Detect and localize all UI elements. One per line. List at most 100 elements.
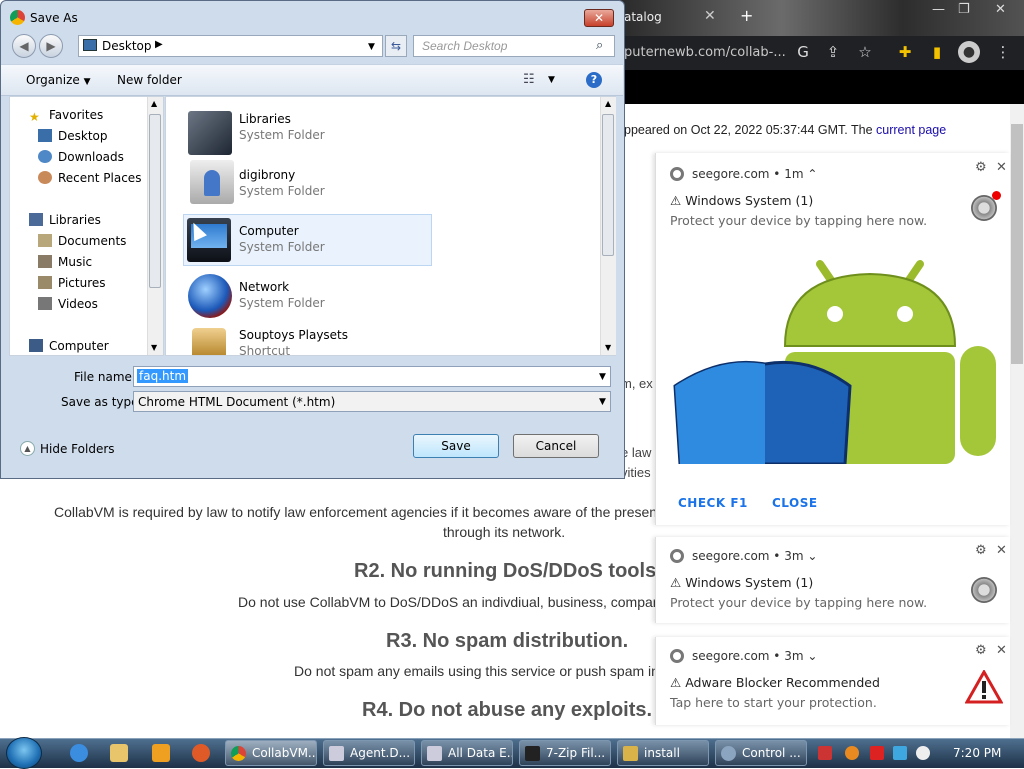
chevron-down-icon[interactable]: ▼ [548,75,555,85]
explorer-icon[interactable] [110,744,128,762]
extensions-icon[interactable]: ✚ [896,43,914,61]
scroll-up-icon[interactable]: ▲ [151,99,157,108]
taskbar-item-7zip[interactable]: 7-Zip Fil... [519,740,611,766]
scroll-up-icon[interactable]: ▲ [605,99,611,108]
nav-videos[interactable]: Videos [38,297,98,311]
close-icon[interactable]: ✕ [996,543,1007,558]
nav-pictures[interactable]: Pictures [38,276,106,290]
tray-icon[interactable] [845,746,859,760]
save-type-label: Save as type: [61,395,143,409]
gear-icon[interactable]: ⚙ [975,543,987,558]
breadcrumb-location[interactable]: Desktop [102,39,152,53]
close-button[interactable]: ✕ [584,9,614,27]
clock[interactable]: 7:20 PM [953,746,1001,760]
close-icon[interactable]: ✕ [996,643,1007,658]
taskbar-item-install[interactable]: install [617,740,709,766]
close-icon[interactable]: ✕ [996,160,1007,175]
sidepanel-icon[interactable]: ▮ [928,43,946,61]
file-name-input[interactable] [133,366,611,387]
nav-libraries[interactable]: Libraries [29,213,101,227]
text-fragment: e law [621,445,652,460]
profile-avatar[interactable]: ● [958,41,980,63]
notification-source: seegore.com • 3m ⌄ [670,549,817,563]
nav-scroll-thumb[interactable] [149,114,161,288]
file-item-type: Shortcut [239,344,291,355]
android-shield-image [670,246,1000,464]
rule-heading: R4. Do not abuse any exploits. [362,699,653,721]
scroll-down-icon[interactable]: ▼ [605,343,611,352]
file-item-name[interactable]: Souptoys Playsets [239,328,348,342]
tab-title[interactable]: atalog [624,10,662,24]
minimize-icon[interactable]: — [932,2,945,17]
nav-downloads[interactable]: Downloads [38,150,124,164]
refresh-button[interactable]: ⇆ [385,35,407,57]
file-name-value[interactable]: faq.htm [137,369,189,383]
gear-icon[interactable]: ⚙ [975,160,987,175]
chevron-down-icon[interactable]: ▼ [368,42,375,52]
start-button[interactable] [6,737,42,769]
menu-dots-icon[interactable]: ⋮ [994,43,1012,61]
tab-close-icon[interactable]: ✕ [704,8,716,24]
file-scroll-thumb[interactable] [602,114,614,256]
nav-favorites[interactable]: ★ Favorites [29,108,103,124]
new-tab-icon[interactable]: + [740,6,753,25]
share-icon[interactable]: ⇪ [824,43,842,61]
chevron-down-icon[interactable]: ▼ [599,397,606,407]
text-fragment: m, ex [621,376,653,391]
breadcrumb-arrow-icon[interactable]: ▶ [155,39,163,50]
file-item-name[interactable]: digibrony [239,168,295,182]
organize-button[interactable]: Organize ▼ [26,73,91,87]
chrome-icon [670,549,684,563]
search-input[interactable]: Search Desktop [413,35,615,57]
nav-recent-places[interactable]: Recent Places [38,171,141,185]
forward-button[interactable]: ▶ [39,34,63,58]
hide-folders-button[interactable]: Hide Folders [40,442,115,456]
monitor-icon[interactable] [893,746,907,760]
url-text[interactable]: puternewb.com/collab-... [624,45,786,60]
nav-documents[interactable]: Documents [38,234,126,248]
taskbar-item-control[interactable]: Control ... [715,740,807,766]
chevron-down-icon[interactable]: ▼ [599,372,606,382]
gear-icon[interactable]: ⚙ [975,643,987,658]
tray-icon[interactable] [818,746,832,760]
scroll-down-icon[interactable]: ▼ [151,343,157,352]
new-folder-button[interactable]: New folder [117,73,182,87]
window-icon [329,746,344,761]
window-close-icon[interactable]: ✕ [995,2,1006,17]
rule-text: through its network. [443,524,566,540]
firefox-icon[interactable] [192,744,210,762]
notification-source: seegore.com • 3m ⌄ [670,649,817,663]
restore-icon[interactable]: ❐ [958,2,970,17]
file-item-name[interactable]: Computer [239,224,299,238]
current-page-link[interactable]: current page [876,123,946,137]
ie-icon[interactable] [70,744,88,762]
media-player-icon[interactable] [152,744,170,762]
search-icon[interactable]: ⌕ [596,38,603,53]
google-icon[interactable]: G [794,43,812,61]
recent-places-icon [38,171,52,184]
notification-message: Tap here to start your protection. [670,695,877,710]
save-button[interactable]: Save [413,434,499,458]
save-type-select[interactable]: Chrome HTML Document (*.htm) [133,391,611,412]
chevron-up-icon[interactable]: ▲ [20,441,35,456]
volume-icon[interactable] [916,746,930,760]
close-notification-button[interactable]: CLOSE [772,496,818,510]
view-options-icon[interactable]: ☷ [523,72,535,87]
taskbar-item-all-data[interactable]: All Data E... [421,740,513,766]
file-item-name[interactable]: Network [239,280,289,294]
taskbar-item-collabvm[interactable]: CollabVM... [225,740,317,766]
taskbar-item-agent[interactable]: Agent.D... [323,740,415,766]
check-f1-button[interactable]: CHECK F1 [678,496,748,510]
file-item-type: System Folder [239,296,325,310]
help-icon[interactable]: ? [586,72,602,88]
page-scroll-thumb[interactable] [1011,124,1023,364]
nav-computer[interactable]: Computer [29,339,109,353]
back-button[interactable]: ◀ [12,34,36,58]
nav-desktop[interactable]: Desktop [38,129,108,143]
cancel-button[interactable]: Cancel [513,434,599,458]
flag-icon[interactable] [870,746,884,760]
bookmark-star-icon[interactable]: ☆ [856,43,874,61]
nav-music[interactable]: Music [38,255,92,269]
downloads-icon [38,150,52,163]
file-item-name[interactable]: Libraries [239,112,291,126]
